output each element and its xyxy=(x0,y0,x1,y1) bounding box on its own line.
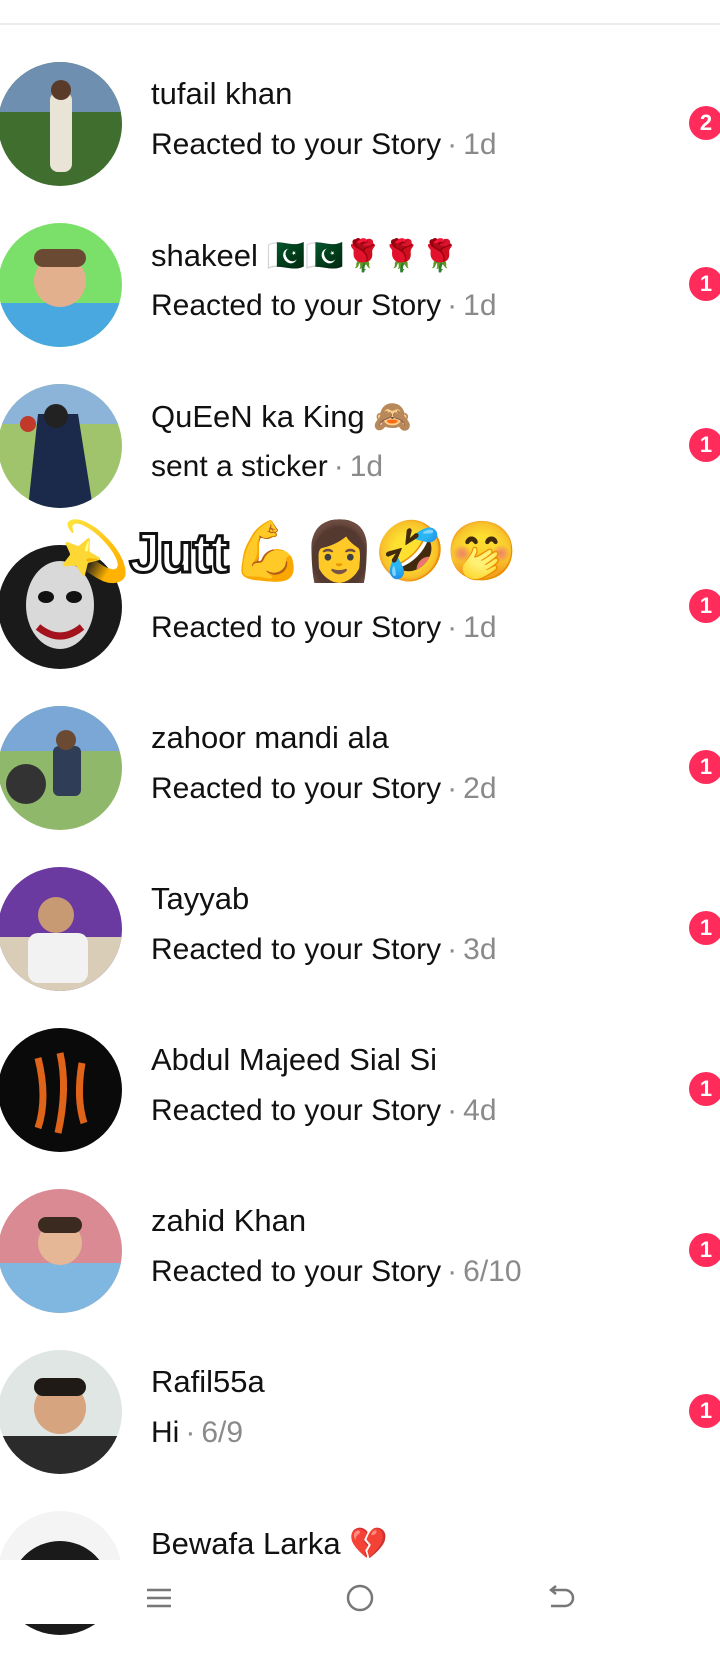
overlay-text: Jutt xyxy=(128,519,231,585)
overlay-lead-emoji: 💫 xyxy=(58,519,130,584)
contact-name: Tayyab xyxy=(151,881,250,916)
unread-badge: 2 xyxy=(689,106,720,140)
timestamp: 6/10 xyxy=(463,1255,522,1288)
conversation-row[interactable]: shakeel 🇵🇰🇵🇰🌹🌹🌹 Reacted to your Story · 1d… xyxy=(0,215,720,376)
contact-name: QuEeN ka King 🙈 xyxy=(151,399,412,434)
avatar[interactable] xyxy=(0,1350,122,1474)
unread-badge: 1 xyxy=(689,589,720,623)
contact-name: tufail khan xyxy=(151,76,293,111)
avatar[interactable] xyxy=(0,384,122,508)
message-preview: sent a sticker · 1d xyxy=(151,450,384,483)
timestamp: 1d xyxy=(463,128,497,161)
timestamp: 6/9 xyxy=(201,1416,244,1449)
message-preview: Reacted to your Story · 2d xyxy=(151,772,497,805)
message-preview: Reacted to your Story · 4d xyxy=(151,1094,497,1127)
message-preview: Reacted to your Story · 1d xyxy=(151,128,497,161)
conversation-row[interactable]: Rafil55a Hi · 6/9 1 xyxy=(0,1342,720,1503)
message-preview: Reacted to your Story · 1d xyxy=(151,289,497,322)
back-icon[interactable] xyxy=(541,1578,581,1618)
contact-name: shakeel 🇵🇰🇵🇰🌹🌹🌹 xyxy=(151,238,460,273)
conversation-row[interactable]: Abdul Majeed Sial Si Reacted to your Sto… xyxy=(0,1020,720,1181)
avatar[interactable] xyxy=(0,62,122,186)
avatar[interactable] xyxy=(0,223,122,347)
contact-name: zahoor mandi ala xyxy=(151,720,389,755)
avatar[interactable] xyxy=(0,1028,122,1152)
timestamp: 3d xyxy=(463,933,497,966)
story-text-overlay: 💫 Jutt 💪👩🤣🤭 xyxy=(54,512,518,592)
unread-badge: 1 xyxy=(689,750,720,784)
contact-name: Rafil55a xyxy=(151,1364,265,1399)
timestamp: 1d xyxy=(463,611,497,644)
menu-icon[interactable] xyxy=(139,1578,179,1618)
timestamp: 4d xyxy=(463,1094,497,1127)
unread-badge: 1 xyxy=(689,267,720,301)
message-preview: Reacted to your Story · 6/10 xyxy=(151,1255,522,1288)
unread-badge: 1 xyxy=(689,1233,720,1267)
message-preview: Reacted to your Story · 1d xyxy=(151,611,497,644)
timestamp: 1d xyxy=(463,289,497,322)
conversation-row[interactable]: zahoor mandi ala Reacted to your Story · 2… xyxy=(0,698,720,859)
conversation-row[interactable]: Tayyab Reacted to your Story · 3d 1 xyxy=(0,859,720,1020)
conversation-list: tufail khan Reacted to your Story · 1d 2 s… xyxy=(0,54,720,1664)
contact-name: zahid Khan xyxy=(151,1203,307,1238)
avatar[interactable] xyxy=(0,706,122,830)
home-icon[interactable] xyxy=(340,1578,380,1618)
unread-badge: 1 xyxy=(689,911,720,945)
top-divider xyxy=(0,23,720,25)
unread-badge: 1 xyxy=(689,1072,720,1106)
message-preview: Hi · 6/9 xyxy=(151,1416,244,1449)
overlay-emojis: 💪👩🤣🤭 xyxy=(231,519,518,584)
unread-badge: 1 xyxy=(689,428,720,462)
system-navigation-bar xyxy=(0,1560,720,1624)
timestamp: 1d xyxy=(349,450,384,483)
contact-name: Bewafa Larka 💔 xyxy=(151,1526,388,1561)
unread-badge: 1 xyxy=(689,1394,720,1428)
conversation-row[interactable]: zahid Khan Reacted to your Story · 6/10 1 xyxy=(0,1181,720,1342)
avatar[interactable] xyxy=(0,867,122,991)
message-preview: Reacted to your Story · 3d xyxy=(151,933,497,966)
contact-name: Abdul Majeed Sial Si xyxy=(151,1042,438,1077)
conversation-row[interactable]: tufail khan Reacted to your Story · 1d 2 xyxy=(0,54,720,215)
avatar[interactable] xyxy=(0,1189,122,1313)
timestamp: 2d xyxy=(463,772,497,805)
